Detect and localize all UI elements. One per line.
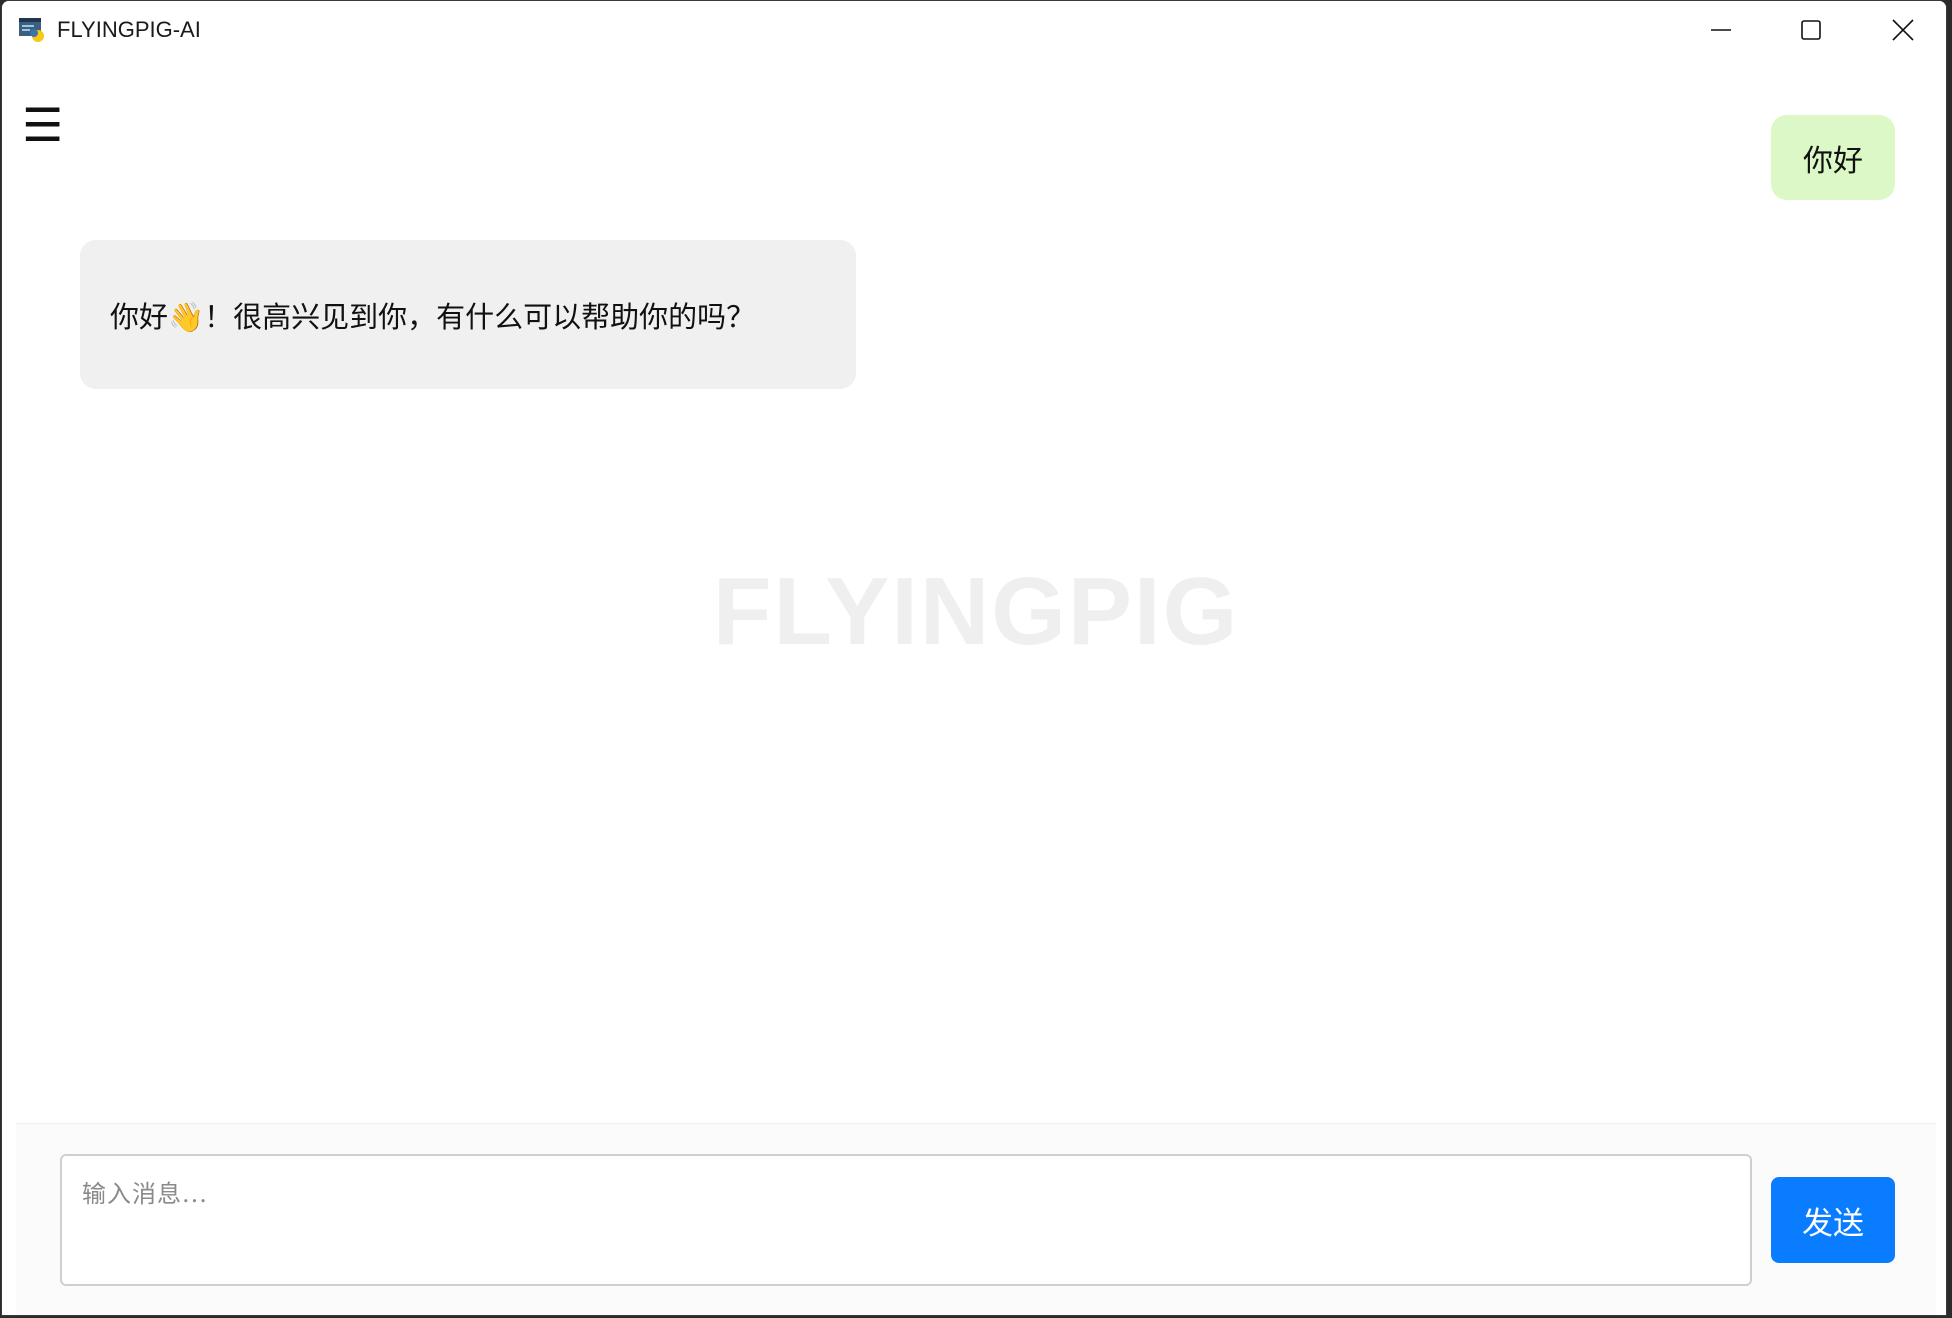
window-title: FLYINGPIG-AI: [57, 17, 201, 42]
watermark: FLYINGPIG: [712, 558, 1240, 665]
close-button[interactable]: [1858, 1, 1946, 59]
maximize-button[interactable]: [1766, 1, 1856, 59]
message-input[interactable]: [60, 1154, 1752, 1286]
bot-message-text: 你好👋！很高兴见到你，有什么可以帮助你的吗？: [110, 299, 756, 334]
python-app-icon: [19, 18, 44, 42]
app-window: FLYINGPIG-AI ☰ FLYINGPIG 你好 你好👋！很高兴见到你，有…: [1, 0, 1947, 1316]
minimize-button[interactable]: [1676, 1, 1766, 59]
user-message-text: 你好: [1803, 143, 1863, 179]
hamburger-menu-icon[interactable]: ☰: [22, 102, 63, 148]
user-message-bubble: 你好: [1771, 115, 1895, 200]
close-icon: [1892, 19, 1914, 41]
minimize-icon: [1711, 29, 1731, 31]
send-button-label: 发送: [1802, 1205, 1864, 1242]
bot-message-bubble: 你好👋！很高兴见到你，有什么可以帮助你的吗？: [80, 240, 856, 389]
send-button[interactable]: 发送: [1771, 1177, 1895, 1263]
title-bar[interactable]: FLYINGPIG-AI: [2, 1, 1946, 59]
maximize-icon: [1801, 20, 1821, 40]
